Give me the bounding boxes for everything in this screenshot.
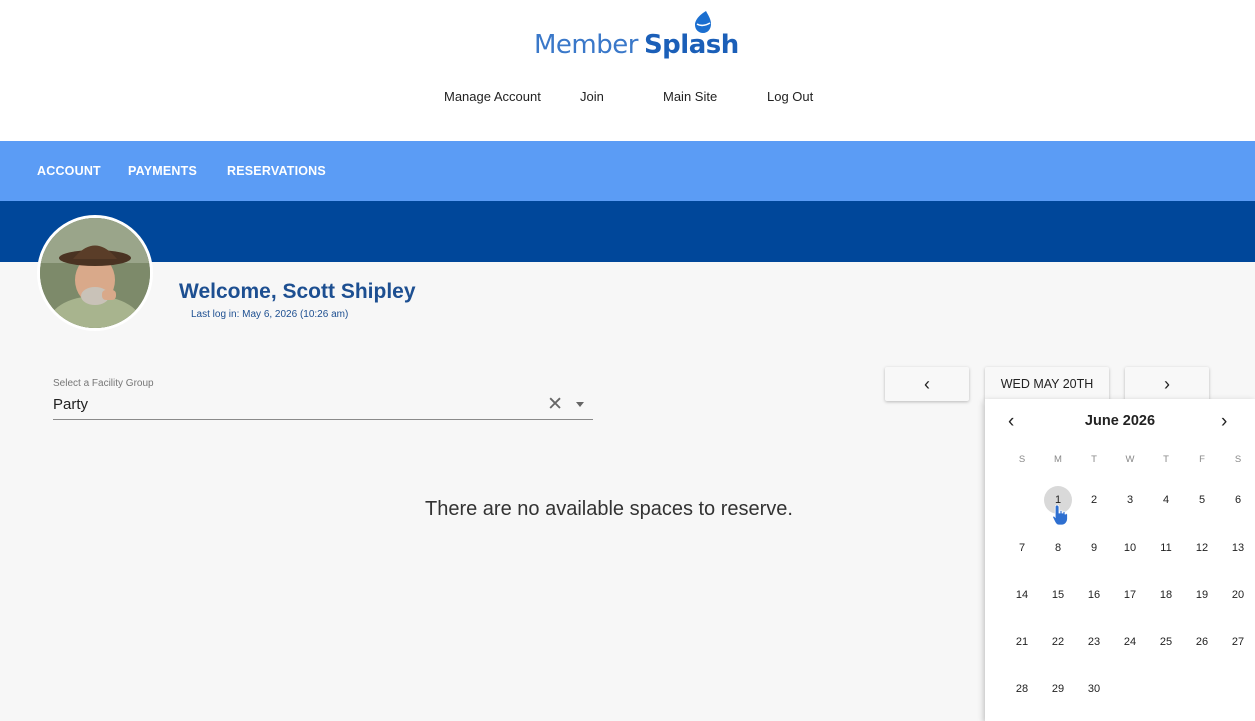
last-login-text: Last log in: May 6, 2026 (10:26 am) — [191, 309, 349, 320]
weekday-header: S — [1018, 454, 1026, 465]
calendar-day[interactable]: 28 — [1008, 675, 1036, 703]
calendar-day[interactable]: 7 — [1008, 534, 1036, 562]
calendar-day[interactable]: 24 — [1116, 628, 1144, 656]
welcome-heading: Welcome, Scott Shipley — [179, 280, 416, 303]
calendar-day[interactable]: 2 — [1080, 486, 1108, 514]
weekday-header: S — [1234, 454, 1242, 465]
facility-group-value: Party — [53, 396, 89, 413]
weekday-header: T — [1163, 454, 1169, 465]
weekday-header: T — [1091, 454, 1097, 465]
calendar-day[interactable]: 9 — [1080, 534, 1108, 562]
nav-account[interactable]: ACCOUNT — [37, 164, 101, 178]
calendar-day[interactable]: 25 — [1152, 628, 1180, 656]
calendar-day[interactable]: 8 — [1044, 534, 1072, 562]
top-header: Member Splash Manage Account Join Main Si… — [0, 0, 1255, 141]
calendar-day[interactable]: 23 — [1080, 628, 1108, 656]
manage-account-link[interactable]: Manage Account — [444, 89, 541, 104]
calendar-day[interactable]: 29 — [1044, 675, 1072, 703]
avatar — [37, 215, 153, 331]
weekday-header: W — [1125, 454, 1135, 465]
calendar-day[interactable]: 27 — [1224, 628, 1252, 656]
calendar-day[interactable]: 12 — [1188, 534, 1216, 562]
calendar-day[interactable]: 15 — [1044, 581, 1072, 609]
calendar-day[interactable]: 30 — [1080, 675, 1108, 703]
calendar-day[interactable]: 13 — [1224, 534, 1252, 562]
logo-part-member: Member — [534, 30, 638, 60]
calendar-month-label: June 2026 — [1084, 413, 1156, 429]
calendar-day[interactable]: 6 — [1224, 486, 1252, 514]
profile-photo-icon — [40, 218, 150, 328]
logo-part-splash: Splash — [643, 30, 739, 60]
previous-date-button[interactable]: ‹ — [885, 367, 969, 401]
calendar-day[interactable]: 10 — [1116, 534, 1144, 562]
calendar-day[interactable]: 4 — [1152, 486, 1180, 514]
calendar-day[interactable]: 20 — [1224, 581, 1252, 609]
calendar-day[interactable]: 17 — [1116, 581, 1144, 609]
calendar-day[interactable]: 3 — [1116, 486, 1144, 514]
join-link[interactable]: Join — [580, 89, 604, 104]
calendar-header: ‹ June 2026 › — [985, 411, 1255, 433]
calendar-day[interactable]: 18 — [1152, 581, 1180, 609]
calendar-day[interactable]: 26 — [1188, 628, 1216, 656]
calendar-day[interactable]: 14 — [1008, 581, 1036, 609]
dropdown-caret-icon[interactable] — [576, 402, 584, 407]
calendar-day[interactable]: 5 — [1188, 486, 1216, 514]
empty-message: There are no available spaces to reserve… — [425, 498, 793, 520]
weekday-header: F — [1199, 454, 1205, 465]
calendar-day[interactable]: 19 — [1188, 581, 1216, 609]
top-links: Manage Account Join Main Site Log Out — [0, 89, 1255, 105]
log-out-link[interactable]: Log Out — [767, 89, 813, 104]
nav-reservations[interactable]: RESERVATIONS — [227, 164, 326, 178]
current-date-button[interactable]: WED MAY 20TH — [985, 367, 1109, 401]
calendar-day[interactable]: 22 — [1044, 628, 1072, 656]
calendar-day[interactable]: 21 — [1008, 628, 1036, 656]
logo-text: Member Splash — [534, 30, 739, 60]
calendar-day[interactable]: 16 — [1080, 581, 1108, 609]
nav-payments[interactable]: PAYMENTS — [128, 164, 197, 178]
chevron-left-icon: ‹ — [924, 373, 930, 394]
chevron-right-icon: › — [1164, 373, 1170, 394]
facility-group-select[interactable]: Select a Facility Group Party ✕ — [53, 375, 593, 420]
main-nav: ACCOUNT PAYMENTS RESERVATIONS — [0, 141, 1255, 201]
next-month-icon[interactable]: › — [1221, 411, 1227, 433]
calendar-day[interactable]: 11 — [1152, 534, 1180, 562]
clear-icon[interactable]: ✕ — [547, 393, 563, 416]
main-site-link[interactable]: Main Site — [663, 89, 717, 104]
date-picker-calendar: ‹ June 2026 › S M T W T F S 1 2 3 4 5 6 7 8 9 10 11 12 13 14… — [985, 399, 1255, 721]
next-date-button[interactable]: › — [1125, 367, 1209, 401]
header-band — [0, 201, 1255, 262]
hand-pointer-icon — [1052, 504, 1068, 526]
weekday-header: M — [1054, 454, 1062, 465]
facility-group-label: Select a Facility Group — [53, 378, 154, 389]
